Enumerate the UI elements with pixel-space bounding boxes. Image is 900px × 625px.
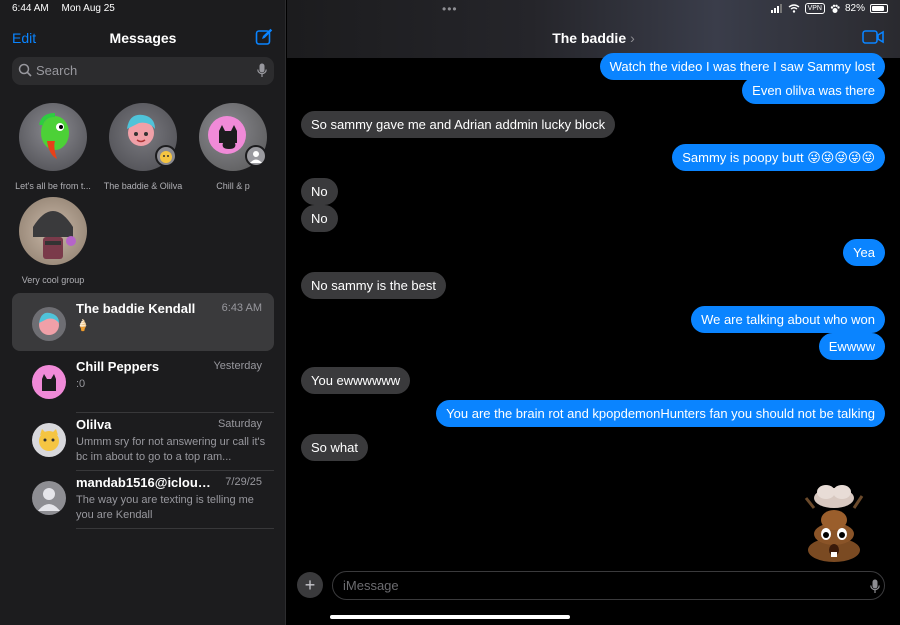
mic-icon[interactable] xyxy=(257,63,267,83)
conversation-name: Olilva xyxy=(76,417,112,432)
sub-avatar xyxy=(245,145,267,167)
message-bubble-outgoing[interactable]: Yea xyxy=(843,239,885,266)
conversation-preview: Ummm sry for not answering ur call it's … xyxy=(76,436,266,463)
sub-avatar xyxy=(155,145,177,167)
home-indicator[interactable] xyxy=(330,615,570,619)
wifi-icon xyxy=(788,4,800,13)
cat-face-icon xyxy=(39,429,59,451)
compose-icon[interactable] xyxy=(255,28,273,46)
pinned-label: Let's all be from t... xyxy=(15,181,91,191)
sidebar-title: Messages xyxy=(109,30,177,46)
pinned-label: Chill & p xyxy=(216,181,250,191)
conversation-name: mandab1516@icloud.... xyxy=(76,475,216,490)
contact-avatar xyxy=(32,365,66,399)
parrot-icon xyxy=(39,113,69,159)
message-bubble-incoming[interactable]: So what xyxy=(301,434,368,461)
group-avatar xyxy=(19,197,87,265)
conversation-preview: :0 xyxy=(76,378,86,390)
contact-avatar xyxy=(32,307,66,341)
chat-header: ••• VPN 82% The baddie › xyxy=(287,0,900,58)
sidebar: 6:44 AM Mon Aug 25 Edit Messages Search … xyxy=(0,0,286,625)
message-bubble-outgoing[interactable]: You are the brain rot and kpopdemonHunte… xyxy=(436,400,885,427)
vpn-badge: VPN xyxy=(804,3,825,14)
conversation-row[interactable]: The baddie Kendall 6:43 AM 🍦 xyxy=(12,293,274,351)
paw-icon xyxy=(830,4,840,13)
message-bubble-outgoing[interactable]: We are talking about who won xyxy=(691,306,885,333)
pinned-chat[interactable]: Chill & p xyxy=(188,103,278,191)
conversation-time: 7/29/25 xyxy=(225,476,262,488)
search-icon xyxy=(18,63,32,82)
conversation-row[interactable]: Chill Peppers Yesterday :0 xyxy=(12,351,274,413)
cat-icon xyxy=(42,374,56,391)
message-bubble-incoming[interactable]: No xyxy=(301,205,338,232)
plus-icon[interactable]: + xyxy=(297,572,323,598)
message-bubble-incoming[interactable]: No sammy is the best xyxy=(301,272,446,299)
status-bar-right: VPN 82% xyxy=(770,3,888,14)
message-thread[interactable]: Watch the video I was there I saw Sammy … xyxy=(287,53,900,564)
message-bubble-incoming[interactable]: You ewwwwww xyxy=(301,367,411,394)
status-time: 6:44 AM xyxy=(12,3,49,14)
message-bubble-outgoing[interactable]: Watch the video I was there I saw Sammy … xyxy=(599,53,885,80)
conversation-name: The baddie Kendall xyxy=(76,301,196,316)
conversation-preview: The way you are texting is telling me yo… xyxy=(76,494,254,521)
search-field[interactable]: Search xyxy=(12,57,274,85)
conversation-time: 6:43 AM xyxy=(221,302,262,314)
pinned-label: The baddie & Olilva xyxy=(103,181,183,191)
message-bubble-outgoing[interactable]: Even olilva was there xyxy=(742,77,885,104)
message-bubble-outgoing[interactable]: Sammy is poopy butt 😜😜😜😜😜 xyxy=(672,144,885,171)
cat-face-icon xyxy=(160,151,172,163)
contact-avatar xyxy=(32,423,66,457)
memoji-icon xyxy=(39,312,59,335)
group-avatar xyxy=(199,103,267,171)
person-icon xyxy=(38,488,60,511)
group-photo-icon xyxy=(33,211,76,259)
person-icon xyxy=(250,151,262,163)
message-input[interactable] xyxy=(332,571,885,600)
status-date: Mon Aug 25 xyxy=(61,3,115,14)
battery-percent: 82% xyxy=(844,3,865,14)
conversation-time: Saturday xyxy=(217,418,262,430)
conversation-row[interactable]: mandab1516@icloud.... 7/29/25 The way yo… xyxy=(12,467,274,529)
divider xyxy=(76,528,274,529)
pinned-label: Very cool group xyxy=(21,275,85,285)
composer: + xyxy=(287,568,900,604)
group-avatar xyxy=(19,103,87,171)
conversation-name: Chill Peppers xyxy=(76,359,160,374)
contact-name: The baddie xyxy=(552,30,627,46)
message-bubble-incoming[interactable]: No xyxy=(301,178,338,205)
contact-avatar xyxy=(109,103,177,171)
pinned-chat[interactable]: The baddie & Olilva xyxy=(98,103,188,191)
contact-avatar xyxy=(32,481,66,515)
contact-name-button[interactable]: The baddie › xyxy=(287,30,900,46)
message-bubble-incoming[interactable]: So sammy gave me and Adrian addmin lucky… xyxy=(301,111,616,138)
chevron-right-icon: › xyxy=(630,30,635,46)
status-bar-left: 6:44 AM Mon Aug 25 xyxy=(12,3,115,14)
cellular-icon xyxy=(770,4,782,13)
search-input[interactable]: Search xyxy=(36,63,77,78)
multitasking-dots[interactable]: ••• xyxy=(442,2,458,16)
conversation-preview: 🍦 xyxy=(76,320,90,332)
poop-memoji-sticker[interactable] xyxy=(800,482,870,564)
video-call-icon[interactable] xyxy=(862,30,884,49)
pinned-chat[interactable]: Very cool group xyxy=(8,197,98,285)
chat-pane: ••• VPN 82% The baddie › Watch the video … xyxy=(287,0,900,625)
battery-icon xyxy=(870,4,888,13)
dictation-mic-icon[interactable] xyxy=(870,579,880,599)
conversation-row[interactable]: Olilva Saturday Ummm sry for not answeri… xyxy=(12,409,274,471)
conversation-time: Yesterday xyxy=(213,360,262,372)
message-bubble-outgoing[interactable]: Ewwww xyxy=(818,333,885,360)
pinned-chat[interactable]: Let's all be from t... xyxy=(8,103,98,191)
